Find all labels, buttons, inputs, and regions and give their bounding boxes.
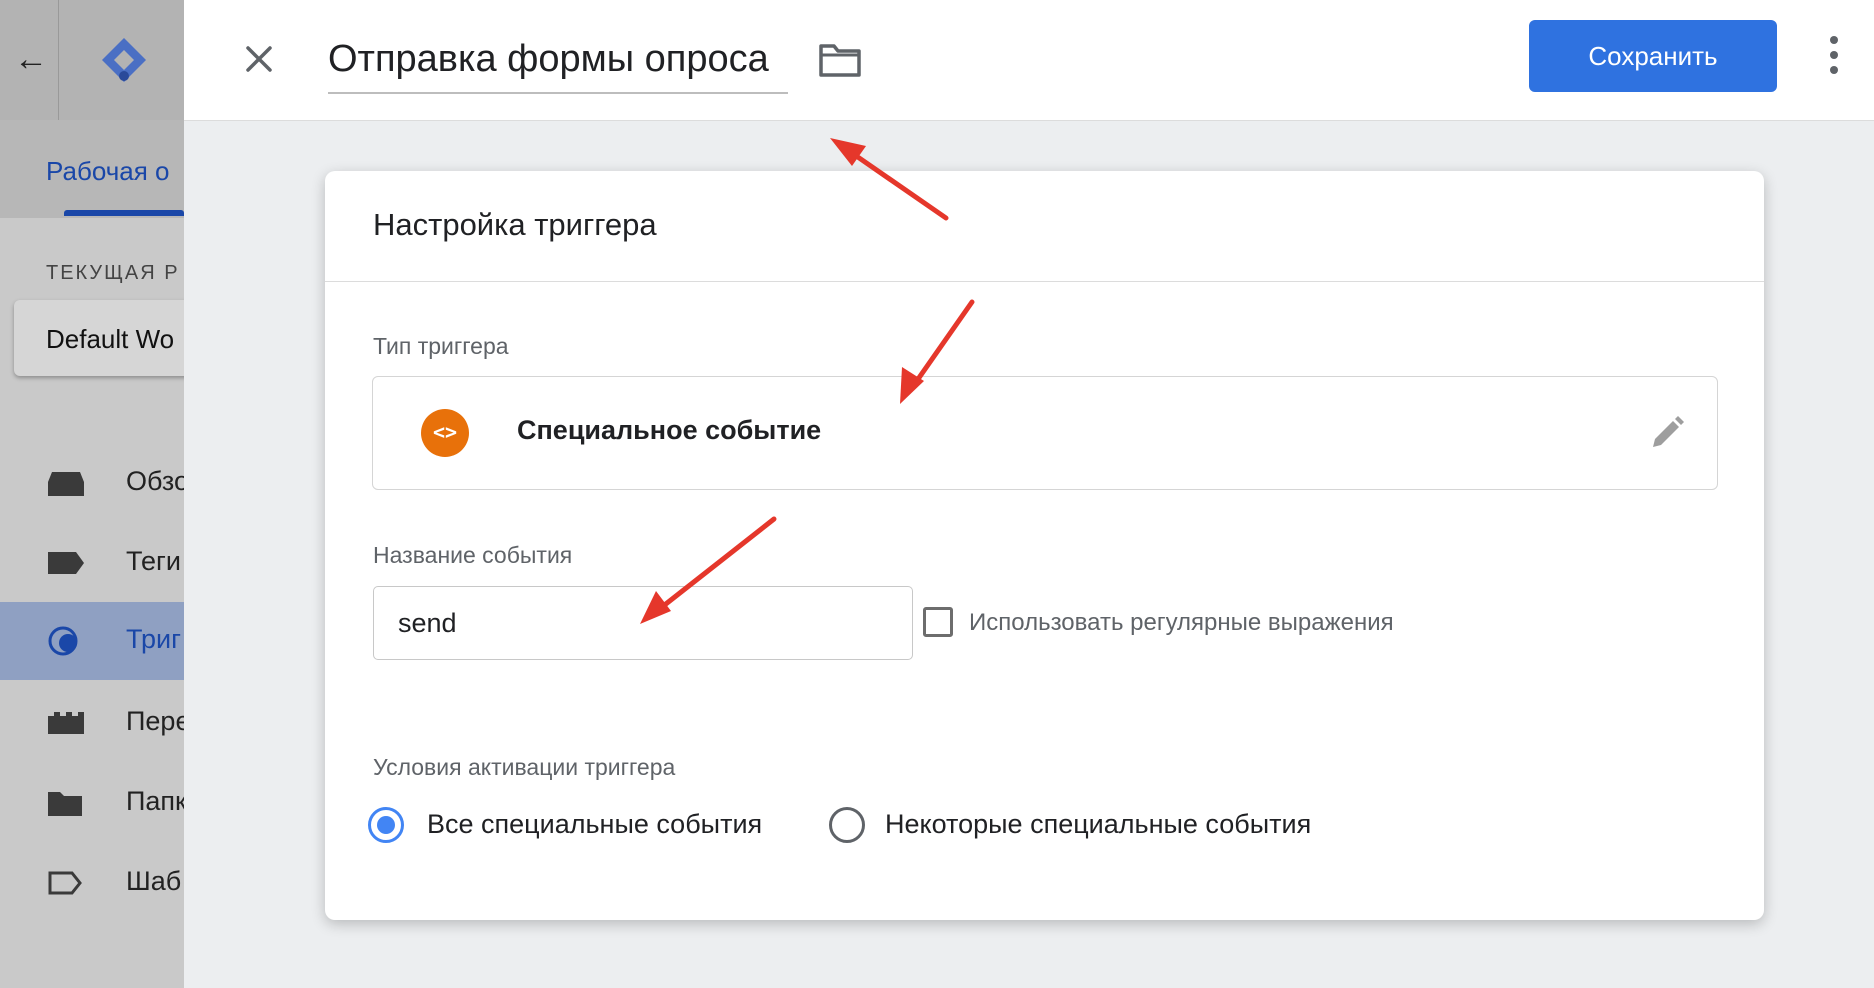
sidebar-item-label: Обзо — [126, 466, 184, 496]
trigger-icon — [48, 626, 78, 656]
sidebar-item-templates: Шаб — [0, 844, 184, 922]
pencil-icon[interactable] — [1647, 413, 1687, 453]
sidebar-item-label: Папк — [126, 786, 184, 816]
current-workspace-label: ТЕКУЩАЯ Р — [46, 262, 180, 284]
workspace-tab: Рабочая о — [0, 120, 184, 218]
sidebar-item-label: Триг — [126, 624, 181, 654]
radio-all-events[interactable] — [368, 807, 404, 843]
radio-all-events-label[interactable]: Все специальные события — [427, 809, 762, 840]
card-header: Настройка триггера — [325, 171, 1764, 282]
regex-checkbox-label[interactable]: Использовать регулярные выражения — [969, 609, 1394, 637]
workspace-tab-label: Рабочая о — [46, 156, 170, 186]
regex-checkbox[interactable] — [923, 607, 953, 637]
overview-icon — [48, 472, 84, 496]
variables-icon — [48, 712, 84, 734]
sidebar-item-folders: Папк — [0, 764, 184, 842]
card-title: Настройка триггера — [373, 207, 657, 242]
sidebar-item-variables: Пере — [0, 684, 184, 762]
folder-icon — [48, 792, 82, 816]
folder-icon[interactable] — [818, 42, 862, 78]
radio-some-events-label[interactable]: Некоторые специальные события — [885, 809, 1311, 840]
event-name-label: Название события — [373, 542, 573, 568]
close-icon[interactable] — [236, 36, 282, 82]
trigger-type-label: Тип триггера — [373, 333, 509, 359]
trigger-type-selector[interactable]: <> Специальное событие — [372, 376, 1718, 490]
activation-conditions-label: Условия активации триггера — [373, 754, 676, 780]
divider — [58, 0, 59, 120]
event-name-input[interactable] — [373, 586, 913, 660]
workspace-selector: Default Wo — [14, 300, 184, 376]
tag-manager-logo — [102, 38, 146, 82]
sidebar-item-triggers: Триг — [0, 602, 184, 680]
save-button[interactable]: Сохранить — [1529, 20, 1777, 92]
sidebar-item-overview: Обзо — [0, 444, 184, 522]
template-icon — [48, 871, 82, 895]
radio-some-events[interactable] — [829, 807, 865, 843]
sidebar-item-label: Теги — [126, 546, 181, 576]
back-arrow-icon: ← — [14, 40, 48, 78]
custom-event-icon: <> — [421, 409, 469, 457]
workspace-name: Default Wo — [46, 324, 175, 354]
tab-underline — [64, 210, 184, 216]
trigger-name-field[interactable]: Отправка формы опроса — [328, 30, 788, 94]
sidebar-item-tags: Теги — [0, 524, 184, 602]
trigger-editor-panel: Отправка формы опроса Сохранить Настройк… — [184, 0, 1874, 988]
custom-event-glyph: <> — [432, 420, 458, 444]
more-vert-icon[interactable] — [1824, 36, 1844, 82]
panel-header: Отправка формы опроса Сохранить — [184, 0, 1874, 121]
trigger-name[interactable]: Отправка формы опроса — [328, 30, 788, 88]
trigger-config-card: Настройка триггера Тип триггера <> Специ… — [325, 171, 1764, 920]
tag-icon — [48, 552, 84, 574]
background-page: ← Рабочая о ТЕКУЩАЯ Р Default Wo Обзо Те… — [0, 0, 184, 988]
sidebar-item-label: Шаб — [126, 866, 182, 896]
background-header: ← — [0, 0, 184, 121]
sidebar-item-label: Пере — [126, 706, 184, 736]
trigger-type-name: Специальное событие — [517, 415, 822, 445]
